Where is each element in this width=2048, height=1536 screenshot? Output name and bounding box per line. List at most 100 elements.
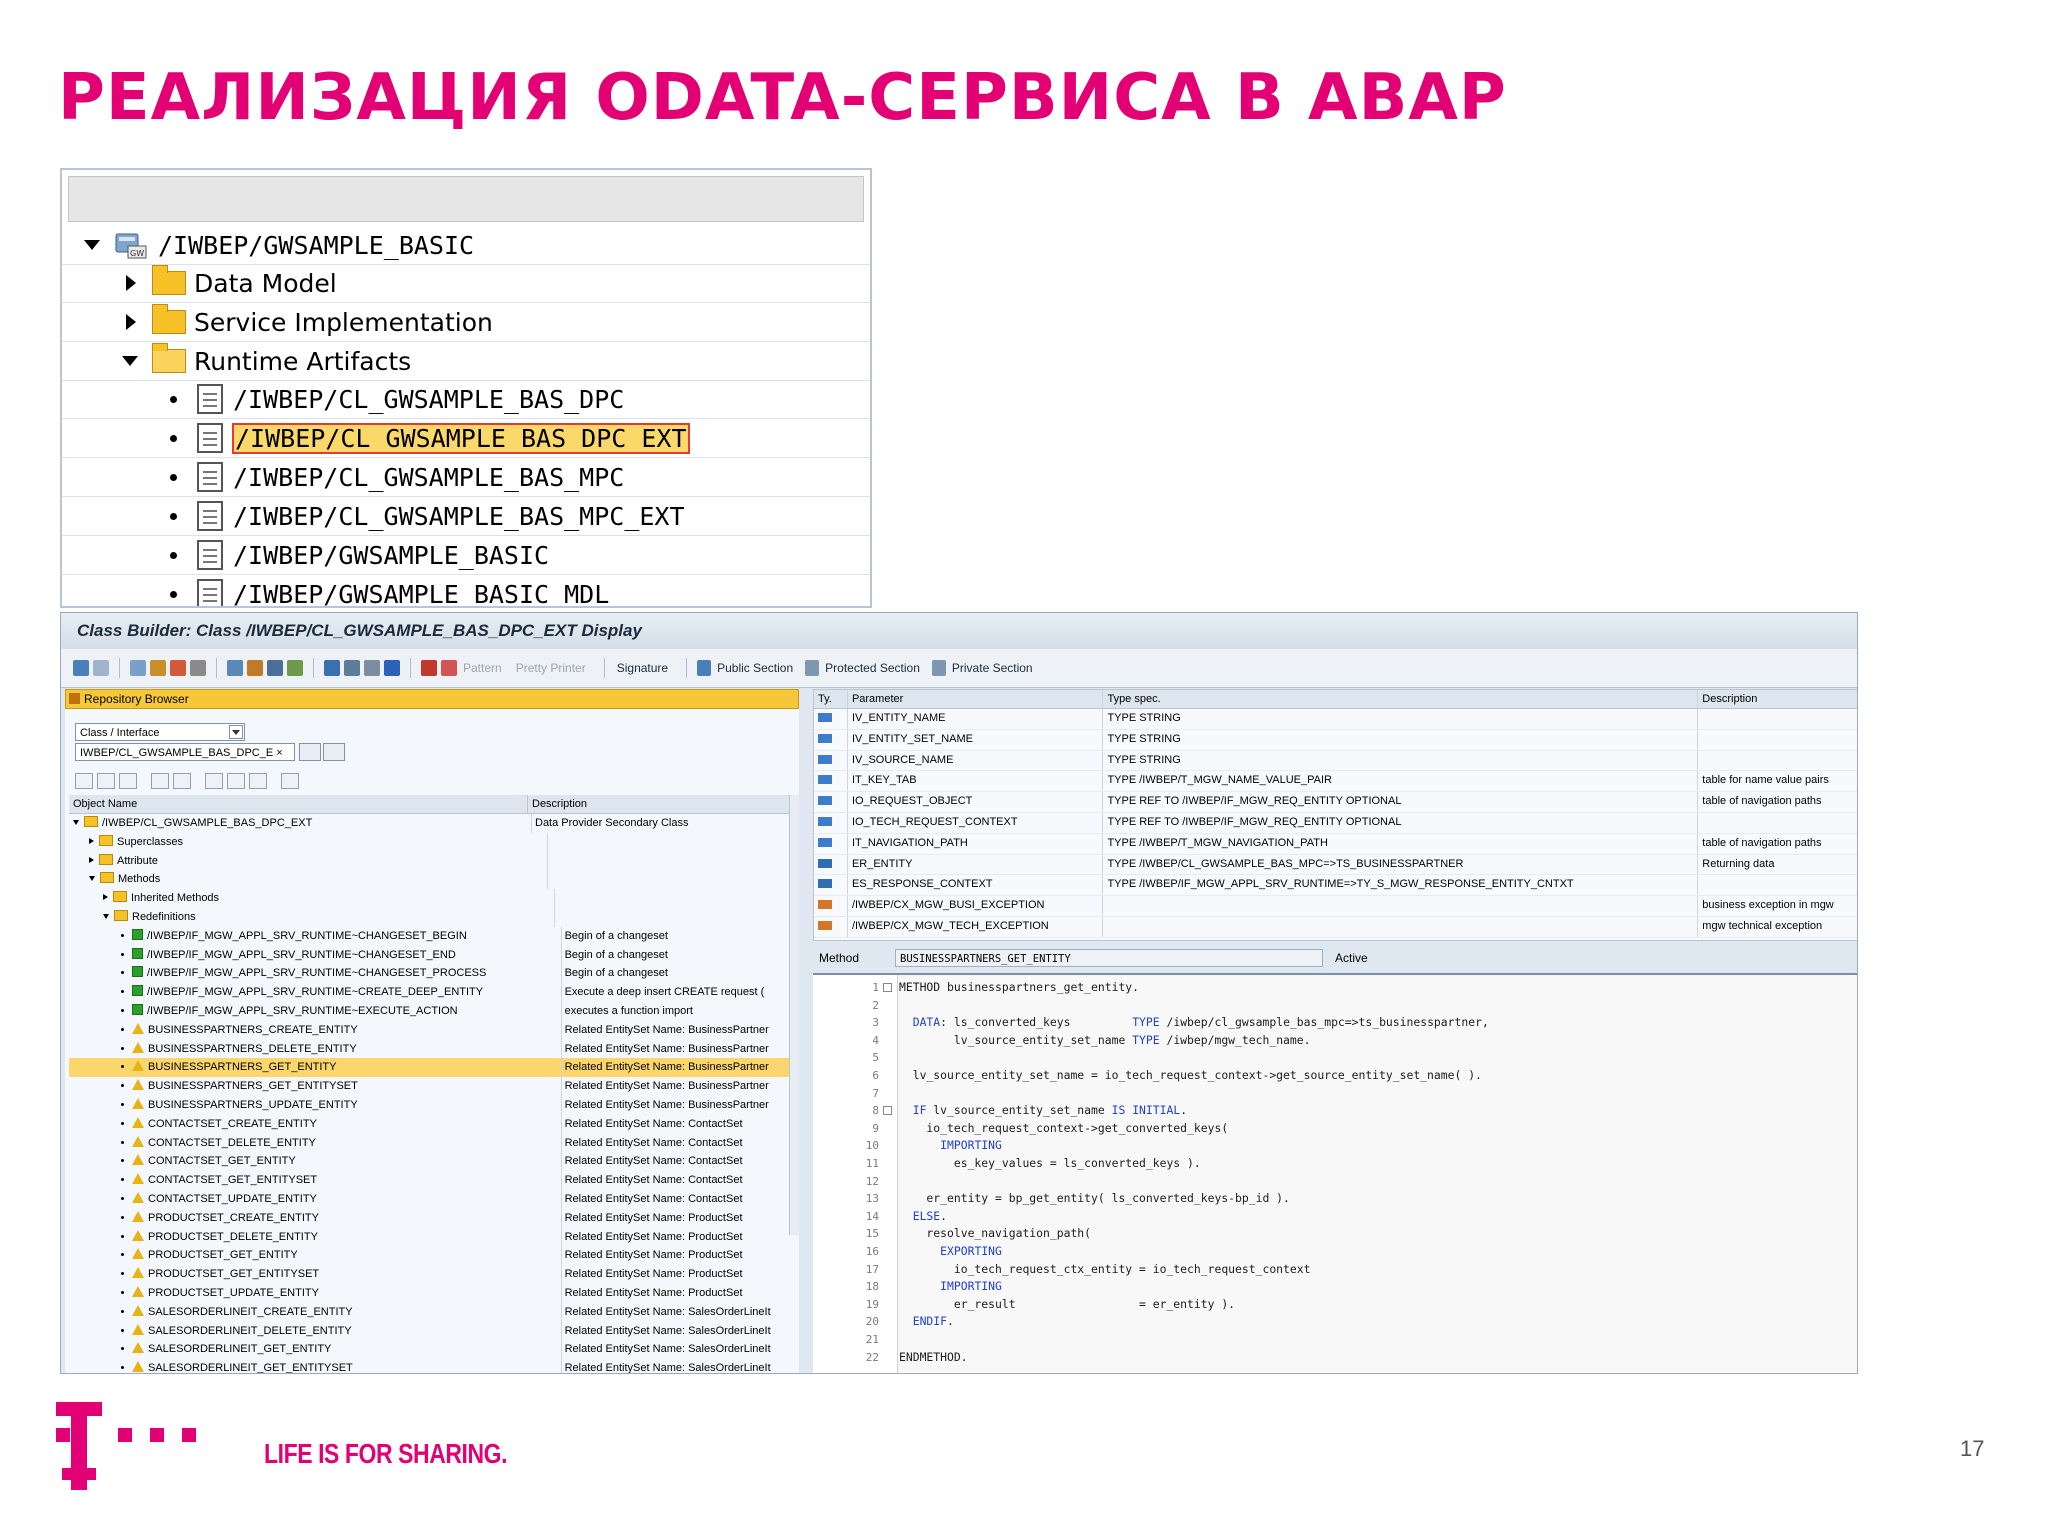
code-line[interactable]: 22 ENDMETHOD.	[813, 1349, 1857, 1367]
hierarchy-icon[interactable]	[205, 773, 223, 789]
object-list-row[interactable]: PRODUCTSET_UPDATE_ENTITY Related EntitySe…	[69, 1283, 793, 1303]
object-list-row[interactable]: PRODUCTSET_GET_ENTITYSET Related EntitySe…	[69, 1265, 793, 1284]
object-list-row[interactable]: PRODUCTSET_GET_ENTITY Related EntitySet N…	[69, 1246, 793, 1266]
object-list-row[interactable]: CONTACTSET_DELETE_ENTITY Related EntitySe…	[69, 1133, 793, 1153]
object-list-row[interactable]: Redefinitions	[69, 907, 793, 927]
navigation-icon[interactable]	[324, 660, 340, 676]
info-icon[interactable]	[384, 660, 400, 676]
code-line[interactable]: 11 es_key_values = ls_converted_keys ).	[813, 1155, 1857, 1173]
parameter-row[interactable]: /IWBEP/CX_MGW_BUSI_EXCEPTION business exc…	[814, 896, 1857, 917]
column-object-name[interactable]: Object Name	[69, 795, 528, 813]
split-screen-icon[interactable]	[364, 660, 380, 676]
code-line[interactable]: 2	[813, 997, 1857, 1015]
tree-artifact[interactable]: /IWBEP/GWSAMPLE_BASIC	[62, 536, 870, 575]
forward-icon[interactable]	[93, 660, 109, 676]
parameter-row[interactable]: IT_NAVIGATION_PATH TYPE /IWBEP/T_MGW_NAVI…	[814, 833, 1857, 855]
activate-icon[interactable]	[190, 660, 206, 676]
tree-artifact[interactable]: /IWBEP/CL_GWSAMPLE_BAS_MPC_EXT	[62, 497, 870, 536]
code-line[interactable]: 16 EXPORTING	[813, 1243, 1857, 1261]
parameter-row[interactable]: IO_TECH_REQUEST_CONTEXT TYPE REF TO /IWBE…	[814, 812, 1857, 834]
object-list-row[interactable]: /IWBEP/IF_MGW_APPL_SRV_RUNTIME~CHANGESET…	[69, 926, 793, 946]
other-object-icon[interactable]	[150, 660, 166, 676]
edit-icon[interactable]	[247, 660, 263, 676]
collapse-triangle-icon[interactable]	[89, 876, 95, 882]
object-list-row[interactable]: CONTACTSET_GET_ENTITYSET Related EntitySe…	[69, 1171, 793, 1190]
code-line[interactable]: 8 IF lv_source_entity_set_name IS INITIA…	[813, 1102, 1857, 1120]
parameter-row[interactable]: IV_ENTITY_NAME TYPE STRING	[814, 709, 1857, 730]
column-parameter[interactable]: Parameter	[848, 690, 1104, 708]
code-line[interactable]: 9 io_tech_request_context->get_converted…	[813, 1120, 1857, 1138]
object-list-row[interactable]: BUSINESSPARTNERS_GET_ENTITY Related Entit…	[69, 1058, 793, 1078]
column-type-spec[interactable]: Type spec.	[1103, 690, 1699, 708]
parameter-row[interactable]: IT_KEY_TAB TYPE /IWBEP/T_MGW_NAME_VALUE_P…	[814, 771, 1857, 793]
object-list-row[interactable]: SALESORDERLINEIT_GET_ENTITY Related Entit…	[69, 1340, 793, 1360]
object-list-row[interactable]: BUSINESSPARTNERS_CREATE_ENTITY Related En…	[69, 1020, 793, 1040]
dropdown-button[interactable]	[299, 743, 321, 761]
dropdown-icon[interactable]	[229, 725, 243, 739]
column-description[interactable]: Description	[1698, 690, 1857, 708]
code-line[interactable]: 14 ELSE.	[813, 1208, 1857, 1226]
expand-triangle-icon[interactable]	[126, 275, 136, 291]
code-line[interactable]: 18 IMPORTING	[813, 1278, 1857, 1296]
where-used-icon[interactable]	[227, 660, 243, 676]
parameter-row[interactable]: IV_ENTITY_SET_NAME TYPE STRING	[814, 729, 1857, 751]
inheritance-icon[interactable]	[344, 660, 360, 676]
object-list-row[interactable]: /IWBEP/IF_MGW_APPL_SRV_RUNTIME~CREATE_DE…	[69, 983, 793, 1002]
object-list-row[interactable]: SALESORDERLINEIT_DELETE_ENTITY Related En…	[69, 1321, 793, 1341]
tree-folder-runtime-artifacts[interactable]: Runtime Artifacts	[62, 342, 870, 381]
expand-all-icon[interactable]	[173, 773, 191, 789]
tree-artifact[interactable]: /IWBEP/CL_GWSAMPLE_BAS_MPC	[62, 458, 870, 497]
parameter-row[interactable]: ER_ENTITY TYPE /IWBEP/CL_GWSAMPLE_BAS_MPC…	[814, 854, 1857, 876]
object-list-row[interactable]: Methods	[69, 870, 793, 890]
object-list-scrollbar[interactable]	[789, 795, 799, 1235]
code-line[interactable]: 15 resolve_navigation_path(	[813, 1225, 1857, 1243]
object-list-row[interactable]: SALESORDERLINEIT_GET_ENTITYSET Related En…	[69, 1359, 793, 1373]
display-change-icon[interactable]	[130, 660, 146, 676]
private-section-button[interactable]: Private Section	[952, 661, 1033, 675]
signature-button[interactable]: Signature	[617, 661, 668, 675]
up-icon[interactable]	[119, 773, 137, 789]
code-line[interactable]: 17 io_tech_request_ctx_entity = io_tech_…	[813, 1261, 1857, 1279]
expand-triangle-icon[interactable]	[103, 894, 108, 901]
expand-triangle-icon[interactable]	[126, 314, 136, 330]
object-list-row[interactable]: PRODUCTSET_DELETE_ENTITY Related EntitySe…	[69, 1227, 793, 1247]
code-line[interactable]: 19 er_result = er_entity ).	[813, 1296, 1857, 1314]
object-list-row[interactable]: BUSINESSPARTNERS_DELETE_ENTITY Related En…	[69, 1039, 793, 1059]
display-object-list-icon[interactable]	[287, 660, 303, 676]
object-list-row[interactable]: Inherited Methods	[69, 889, 793, 908]
parameter-row[interactable]: IO_REQUEST_OBJECT TYPE REF TO /IWBEP/IF_M…	[814, 792, 1857, 813]
expand-triangle-icon[interactable]	[89, 856, 94, 863]
code-line[interactable]: 1 METHOD businesspartners_get_entity.	[813, 979, 1857, 997]
object-list-row[interactable]: PRODUCTSET_CREATE_ENTITY Related EntitySe…	[69, 1208, 793, 1228]
object-list-row[interactable]: /IWBEP/IF_MGW_APPL_SRV_RUNTIME~CHANGESET…	[69, 964, 793, 984]
refresh-icon[interactable]	[249, 773, 267, 789]
column-type-kind[interactable]: Ty.	[814, 690, 848, 708]
collapse-triangle-icon[interactable]	[122, 356, 138, 366]
parameter-row[interactable]: IV_SOURCE_NAME TYPE STRING	[814, 750, 1857, 772]
code-line[interactable]: 20 ENDIF.	[813, 1313, 1857, 1331]
public-section-button[interactable]: Public Section	[717, 661, 793, 675]
code-line[interactable]: 10 IMPORTING	[813, 1137, 1857, 1155]
code-line[interactable]: 13 er_entity = bp_get_entity( ls_convert…	[813, 1190, 1857, 1208]
object-name-input[interactable]: IWBEP/CL_GWSAMPLE_BAS_DPC_E ×	[75, 743, 295, 761]
hierarchy-icon[interactable]	[267, 660, 283, 676]
object-list-row[interactable]: CONTACTSET_GET_ENTITY Related EntitySet N…	[69, 1152, 793, 1172]
tree-folder-service-implementation[interactable]: Service Implementation	[62, 303, 870, 342]
tree-artifact[interactable]: /IWBEP/CL_GWSAMPLE_BAS_DPC	[62, 380, 870, 419]
method-name-field[interactable]: BUSINESSPARTNERS_GET_ENTITY	[895, 949, 1323, 967]
object-list-row[interactable]: BUSINESSPARTNERS_UPDATE_ENTITY Related En…	[69, 1095, 793, 1115]
previous-object-icon[interactable]	[75, 773, 93, 789]
back-icon[interactable]	[73, 660, 89, 676]
object-list-row[interactable]: Superclasses	[69, 832, 793, 852]
code-line[interactable]: 7	[813, 1085, 1857, 1103]
collapse-triangle-icon[interactable]	[84, 240, 100, 250]
tree-artifact-selected[interactable]: /IWBEP/CL_GWSAMPLE_BAS_DPC_EXT	[62, 419, 870, 458]
object-list-row[interactable]: SALESORDERLINEIT_CREATE_ENTITY Related En…	[69, 1302, 793, 1322]
tree-root-row[interactable]: GW /IWBEP/GWSAMPLE_BASIC	[62, 226, 870, 265]
object-list-row[interactable]: /IWBEP/IF_MGW_APPL_SRV_RUNTIME~CHANGESET…	[69, 945, 793, 965]
object-list-row[interactable]: Attribute	[69, 851, 793, 871]
next-object-icon[interactable]	[97, 773, 115, 789]
tree-artifact[interactable]: /IWBEP/GWSAMPLE_BASIC_MDL	[62, 575, 870, 606]
object-list-row[interactable]: CONTACTSET_CREATE_ENTITY Related EntitySe…	[69, 1114, 793, 1134]
object-list-row[interactable]: BUSINESSPARTNERS_GET_ENTITYSET Related En…	[69, 1077, 793, 1096]
